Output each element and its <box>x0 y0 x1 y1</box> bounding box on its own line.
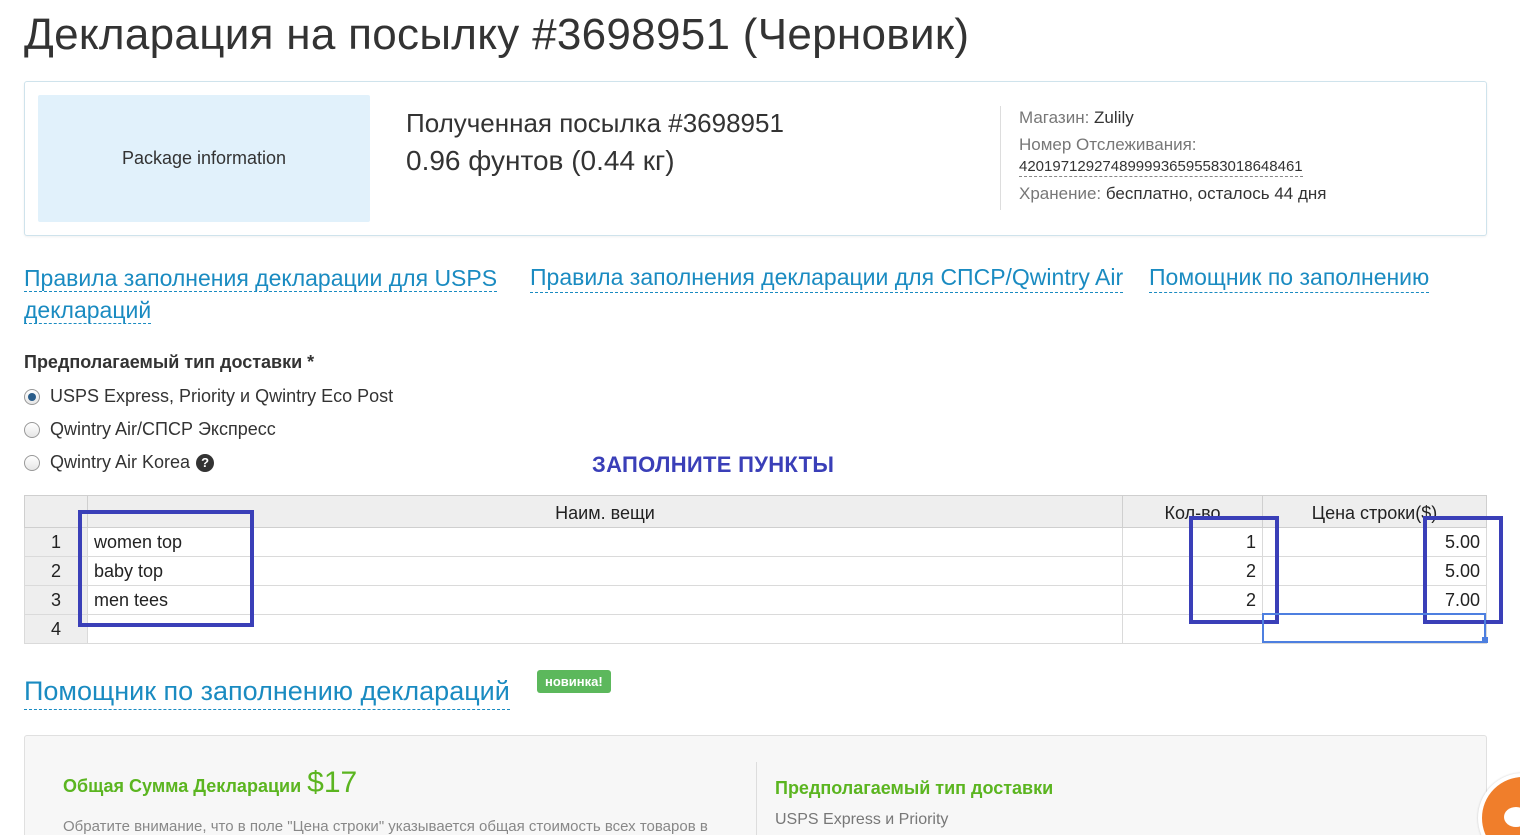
received-package-label: Полученная посылка #3698951 <box>406 108 784 138</box>
usps-rules-link-line1[interactable]: Правила заполнения декларации для USPS <box>24 265 498 292</box>
row-number: 1 <box>24 527 88 557</box>
package-divider <box>1000 106 1001 210</box>
package-meta: Магазин: Zulily Номер Отслеживания: 4201… <box>1019 108 1326 211</box>
shipping-option-usps[interactable]: USPS Express, Priority и Qwintry Eco Pos… <box>24 386 393 407</box>
usps-rules-link-line2[interactable]: деклараций <box>24 297 152 324</box>
storage-value: бесплатно, осталось 44 дня <box>1105 183 1327 203</box>
table-row: 2 baby top 2 5.00 <box>24 556 1487 586</box>
header-num <box>24 495 88 528</box>
header-qty: Кол-во <box>1122 495 1263 528</box>
item-name-cell[interactable]: men tees <box>87 585 1123 615</box>
selected-cell[interactable] <box>1262 613 1486 643</box>
item-qty-cell[interactable]: 1 <box>1122 527 1263 557</box>
shipping-option-label[interactable]: USPS Express, Priority и Qwintry Eco Pos… <box>50 386 393 407</box>
item-name-cell[interactable] <box>87 614 1123 644</box>
table-header-row: Наим. вещи Кол-во Цена строки($) <box>24 495 1487 528</box>
table-row: 3 men tees 2 7.00 <box>24 585 1487 615</box>
shipping-type-label: Предполагаемый тип доставки * <box>24 352 315 372</box>
tracking-number-link[interactable]: 420197129274899993659558301864846​1 <box>1019 158 1303 177</box>
fill-handle[interactable] <box>1482 637 1488 643</box>
radio-usps[interactable] <box>24 388 40 405</box>
summary-shipping-value: USPS Express и Priority <box>775 811 949 828</box>
item-name-cell[interactable]: women top <box>87 527 1123 557</box>
package-card: Package information Полученная посылка #… <box>24 81 1487 236</box>
page-title: Декларация на посылку #3698951 (Черновик… <box>24 10 970 59</box>
declaration-summary: Общая Сумма Декларации $17 Обратите внима… <box>24 735 1487 835</box>
summary-note: Обратите внимание, что в поле "Цена стро… <box>63 818 708 835</box>
summary-shipping: Предполагаемый тип доставки USPS Express… <box>775 778 1053 829</box>
header-name: Наим. вещи <box>87 495 1123 528</box>
row-number: 4 <box>24 614 88 644</box>
item-price-cell[interactable]: 7.00 <box>1262 585 1487 615</box>
radio-qwintry-air[interactable] <box>24 421 40 438</box>
spsr-rules-link[interactable]: Правила заполнения декларации для СПСР/Q… <box>530 262 1124 293</box>
summary-total: Общая Сумма Декларации $17 Обратите внима… <box>63 766 708 835</box>
helper-link-top[interactable]: Помощник по заполнению <box>1149 262 1430 293</box>
package-main-info: Полученная посылка #3698951 0.96 фунтов … <box>406 108 784 177</box>
shipping-option-qwintry-korea[interactable]: Qwintry Air Korea ? <box>24 452 215 473</box>
question-circle-icon[interactable]: ? <box>196 453 215 472</box>
item-price-cell[interactable]: 5.00 <box>1262 527 1487 557</box>
summary-shipping-title: Предполагаемый тип доставки <box>775 778 1054 798</box>
new-badge: новинка! <box>537 670 611 693</box>
item-price-cell[interactable]: 5.00 <box>1262 556 1487 586</box>
total-value: $17 <box>307 766 358 799</box>
header-price: Цена строки($) <box>1262 495 1487 528</box>
package-weight: 0.96 фунтов (0.44 кг) <box>406 145 675 176</box>
item-qty-cell[interactable]: 2 <box>1122 556 1263 586</box>
table-row: 1 women top 1 5.00 <box>24 527 1487 557</box>
radio-qwintry-korea[interactable] <box>24 454 40 471</box>
item-qty-cell[interactable] <box>1122 614 1263 644</box>
shipping-option-label[interactable]: Qwintry Air Korea <box>50 452 190 473</box>
total-label: Общая Сумма Декларации <box>63 776 302 796</box>
store-value: Zulily <box>1094 108 1134 127</box>
shipping-option-qwintry-air[interactable]: Qwintry Air/СПСР Экспресс <box>24 419 276 440</box>
shipping-option-label[interactable]: Qwintry Air/СПСР Экспресс <box>50 419 276 440</box>
storage-label: Хранение: <box>1019 183 1102 203</box>
row-number: 2 <box>24 556 88 586</box>
item-qty-cell[interactable]: 2 <box>1122 585 1263 615</box>
fill-items-annotation: ЗАПОЛНИТЕ ПУНКТЫ <box>592 452 835 477</box>
store-label: Магазин: <box>1019 108 1090 127</box>
summary-divider <box>756 762 757 835</box>
row-number: 3 <box>24 585 88 615</box>
tracking-label: Номер Отслеживания: <box>1019 135 1197 155</box>
package-image: Package information <box>38 95 370 222</box>
item-name-cell[interactable]: baby top <box>87 556 1123 586</box>
usps-rules-link[interactable]: Правила заполнения декларации для USPS д… <box>24 262 498 326</box>
declaration-helper-link[interactable]: Помощник по заполнению деклараций <box>24 673 510 710</box>
